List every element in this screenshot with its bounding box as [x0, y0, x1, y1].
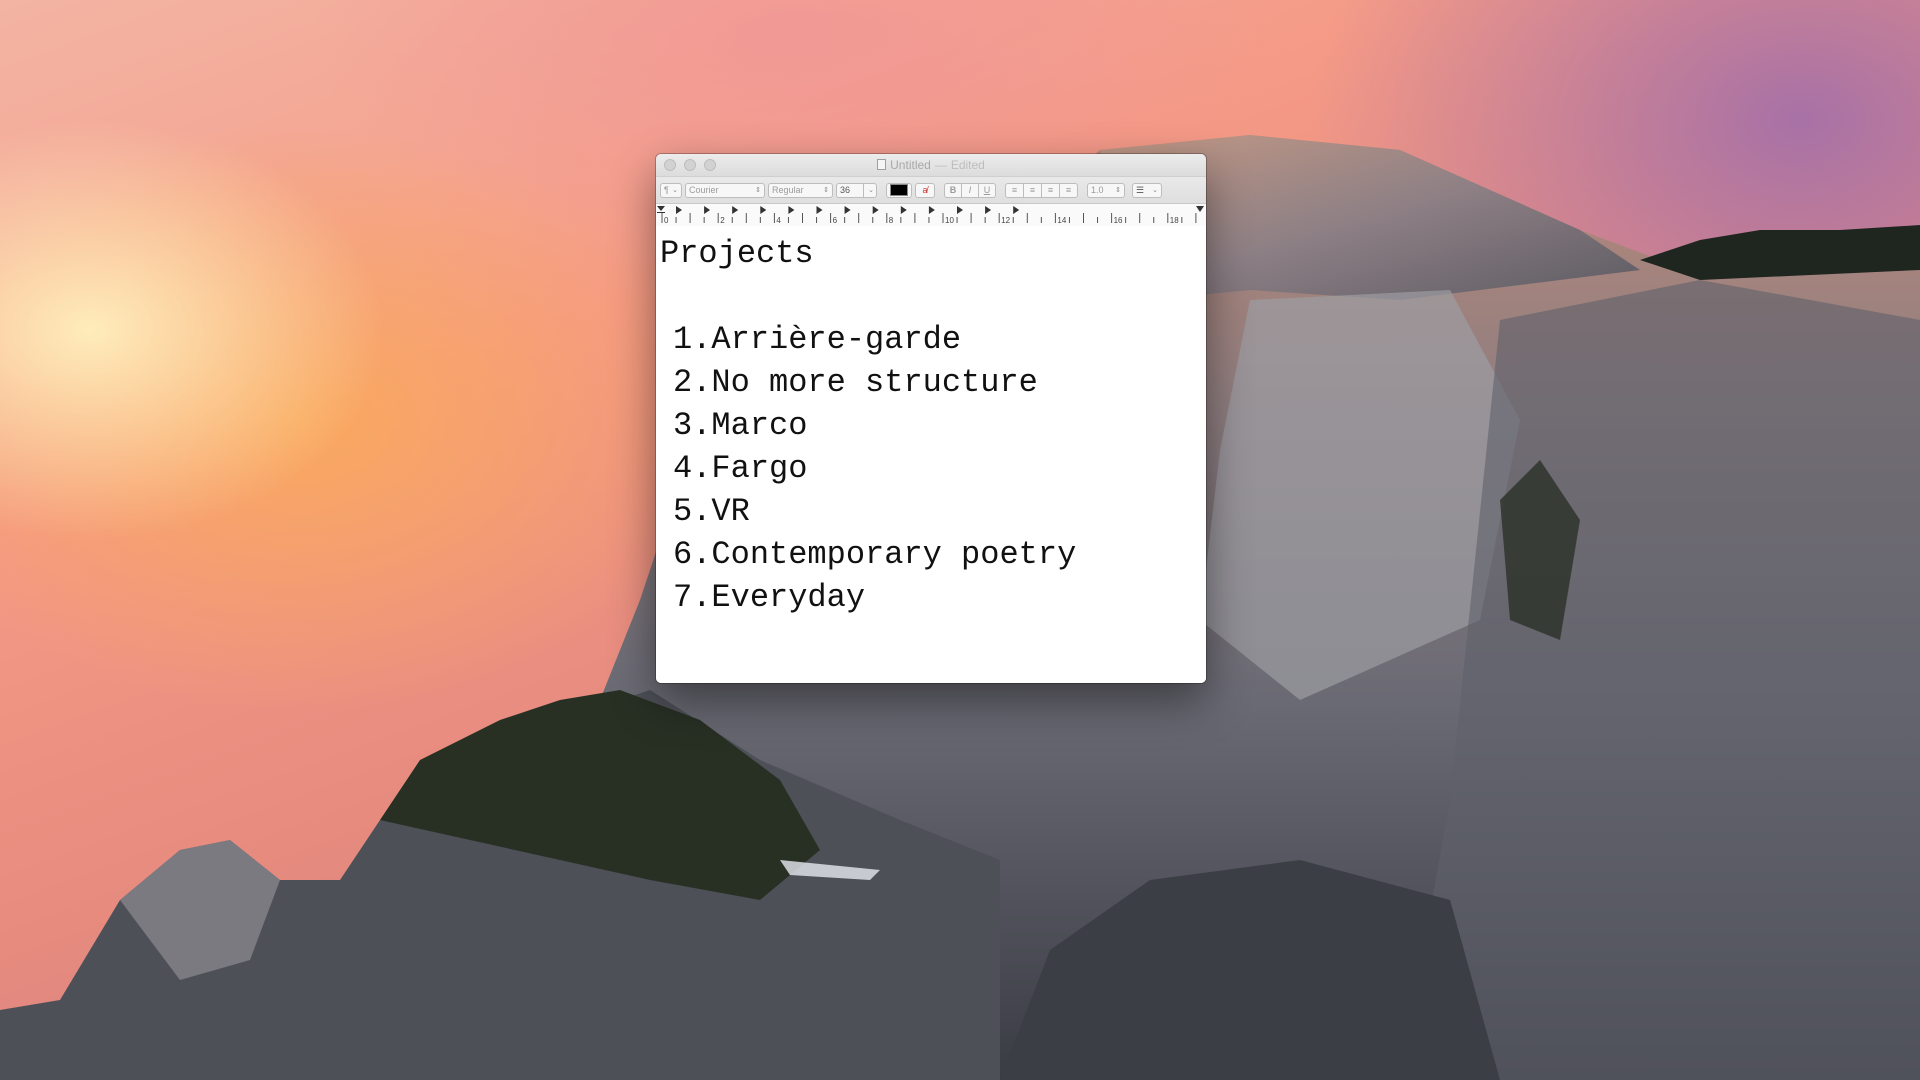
- font-family-popup[interactable]: Courier ⇕: [685, 182, 765, 198]
- ruler[interactable]: 0 2 4 6 8 10 12 14 16 18: [656, 204, 1206, 227]
- align-center-icon: ≡: [1029, 185, 1036, 195]
- bold-label: B: [949, 185, 957, 195]
- tab-stop-marker[interactable]: [732, 206, 739, 214]
- title-separator: —: [934, 158, 947, 172]
- ruler-label: 14: [1057, 216, 1066, 225]
- justify-button[interactable]: ≡: [1059, 182, 1078, 198]
- window-titlebar[interactable]: Untitled — Edited: [656, 154, 1206, 177]
- list-item: 4.Fargo: [673, 450, 808, 487]
- paragraph-style-label: ¶: [664, 185, 669, 195]
- align-left-icon: ≡: [1011, 185, 1018, 195]
- text-style-segment: B I U: [944, 182, 996, 198]
- document-heading: Projects: [660, 235, 814, 272]
- textedit-window[interactable]: Untitled — Edited ¶ ⌄ Courier ⇕ Regular ⇕ 36 …: [656, 154, 1206, 683]
- font-size-field[interactable]: 36: [836, 182, 864, 198]
- tab-stop-marker[interactable]: [928, 206, 935, 214]
- italic-label: I: [968, 185, 972, 195]
- underline-button[interactable]: U: [978, 182, 996, 198]
- document-text-area[interactable]: Projects 1.Arrière-garde 2.No more struct…: [656, 226, 1206, 683]
- ruler-label: 12: [1001, 216, 1010, 225]
- list-item: 2.No more structure: [673, 364, 1038, 401]
- ruler-label: 18: [1170, 216, 1179, 225]
- align-left-button[interactable]: ≡: [1005, 182, 1024, 198]
- ruler-label: 8: [889, 216, 894, 225]
- chevron-down-icon: ⌄: [868, 187, 874, 194]
- left-indent-marker[interactable]: [657, 206, 665, 213]
- paragraph-style-popup[interactable]: ¶ ⌄: [660, 182, 682, 198]
- updown-arrows-icon: ⇕: [823, 187, 829, 194]
- tab-stop-marker[interactable]: [844, 206, 851, 214]
- line-spacing-popup[interactable]: 1.0 ⇕: [1087, 182, 1125, 198]
- font-family-label: Courier: [689, 185, 719, 195]
- text-color-well[interactable]: [886, 182, 912, 198]
- align-right-button[interactable]: ≡: [1041, 182, 1060, 198]
- highlight-color-well[interactable]: a̸: [915, 182, 935, 198]
- tab-stop-marker[interactable]: [788, 206, 795, 214]
- font-size-menu-button[interactable]: ⌄: [863, 182, 877, 198]
- tab-stop-marker[interactable]: [676, 206, 682, 214]
- text-color-swatch: [890, 184, 908, 196]
- tab-stop-marker[interactable]: [1013, 206, 1020, 214]
- font-size-value: 36: [840, 185, 851, 195]
- project-list: 1.Arrière-garde 2.No more structure 3.Marc…: [660, 318, 1202, 619]
- list-item: 1.Arrière-garde: [673, 321, 962, 358]
- ruler-scale: 0 2 4 6 8 10 12 14 16 18: [657, 206, 1204, 225]
- format-toolbar: ¶ ⌄ Courier ⇕ Regular ⇕ 36 ⌄ a̸ B I U ≡ ≡ ≡…: [656, 177, 1206, 204]
- font-style-popup[interactable]: Regular ⇕: [768, 182, 833, 198]
- italic-button[interactable]: I: [961, 182, 979, 198]
- tab-stop-marker[interactable]: [957, 206, 963, 214]
- edited-status[interactable]: Edited: [951, 158, 985, 172]
- no-highlight-icon: a̸: [922, 185, 928, 195]
- chevron-down-icon: ⌄: [1152, 187, 1158, 194]
- ruler-label: 10: [945, 216, 954, 225]
- font-style-label: Regular: [772, 185, 804, 195]
- updown-arrows-icon: ⇕: [755, 187, 761, 194]
- list-item: 6.Contemporary poetry: [673, 536, 1077, 573]
- tab-stop-marker[interactable]: [900, 206, 907, 214]
- bold-button[interactable]: B: [944, 182, 962, 198]
- ruler-label: 0: [664, 216, 669, 225]
- window-title[interactable]: Untitled: [890, 158, 931, 172]
- underline-label: U: [983, 185, 991, 195]
- document-icon[interactable]: [877, 159, 887, 170]
- line-spacing-label: 1.0: [1091, 185, 1104, 195]
- list-bullets-icon: ☰: [1136, 184, 1145, 195]
- tab-stop-marker[interactable]: [704, 206, 711, 214]
- list-item: 3.Marco: [673, 407, 808, 444]
- ruler-label: 4: [776, 216, 781, 225]
- align-right-icon: ≡: [1047, 185, 1054, 195]
- window-title-area: Untitled — Edited: [656, 158, 1206, 172]
- tab-stop-marker[interactable]: [985, 206, 992, 214]
- justify-icon: ≡: [1065, 185, 1072, 195]
- chevron-down-icon: ⌄: [672, 187, 678, 194]
- list-item: 7.Everyday: [673, 579, 866, 616]
- ruler-label: 2: [720, 216, 725, 225]
- tab-stop-marker[interactable]: [760, 206, 767, 214]
- align-center-button[interactable]: ≡: [1023, 182, 1042, 198]
- ruler-label: 6: [833, 216, 838, 225]
- font-size-control: 36 ⌄: [836, 182, 877, 198]
- updown-arrows-icon: ⇕: [1115, 187, 1121, 194]
- ruler-label: 16: [1114, 216, 1123, 225]
- right-margin-marker[interactable]: [1196, 206, 1204, 212]
- tab-stop-marker[interactable]: [872, 206, 879, 214]
- alignment-segment: ≡ ≡ ≡ ≡: [1005, 182, 1078, 198]
- list-item: 5.VR: [673, 493, 750, 530]
- tab-stop-marker[interactable]: [816, 206, 823, 214]
- list-style-popup[interactable]: ☰ ⌄: [1132, 182, 1162, 198]
